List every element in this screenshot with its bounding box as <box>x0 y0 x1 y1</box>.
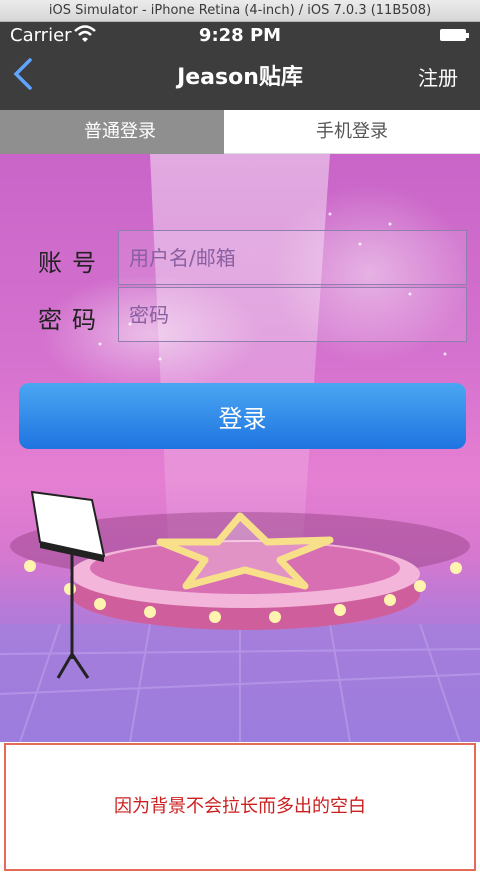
tab-phone-login[interactable]: 手机登录 <box>224 110 480 154</box>
account-input[interactable] <box>118 230 467 285</box>
battery-icon <box>440 29 469 41</box>
account-label: 账号 <box>38 249 106 277</box>
login-button[interactable]: 登录 <box>19 383 466 449</box>
password-input[interactable] <box>118 287 467 342</box>
annotation-box: 因为背景不会拉长而多出的空白 <box>4 743 476 871</box>
navigation-bar: Carrier 9:28 PM Jeason贴库 注册 <box>0 22 480 110</box>
page-title: Jeason贴库 <box>177 65 303 90</box>
simulator-title: iOS Simulator - iPhone Retina (4-inch) /… <box>48 3 432 18</box>
login-tabs: 普通登录 手机登录 <box>0 110 480 154</box>
status-time: 9:28 PM <box>198 25 282 46</box>
status-bar: Carrier 9:28 PM <box>0 22 480 50</box>
annotation-text: 因为背景不会拉长而多出的空白 <box>114 796 366 817</box>
tab-normal-login[interactable]: 普通登录 <box>0 110 240 154</box>
register-button[interactable]: 注册 <box>418 62 458 91</box>
simulator-title-bar: iOS Simulator - iPhone Retina (4-inch) /… <box>0 0 480 22</box>
password-label: 密码 <box>38 306 106 334</box>
login-stage: 账号 密码 登录 <box>0 154 480 742</box>
